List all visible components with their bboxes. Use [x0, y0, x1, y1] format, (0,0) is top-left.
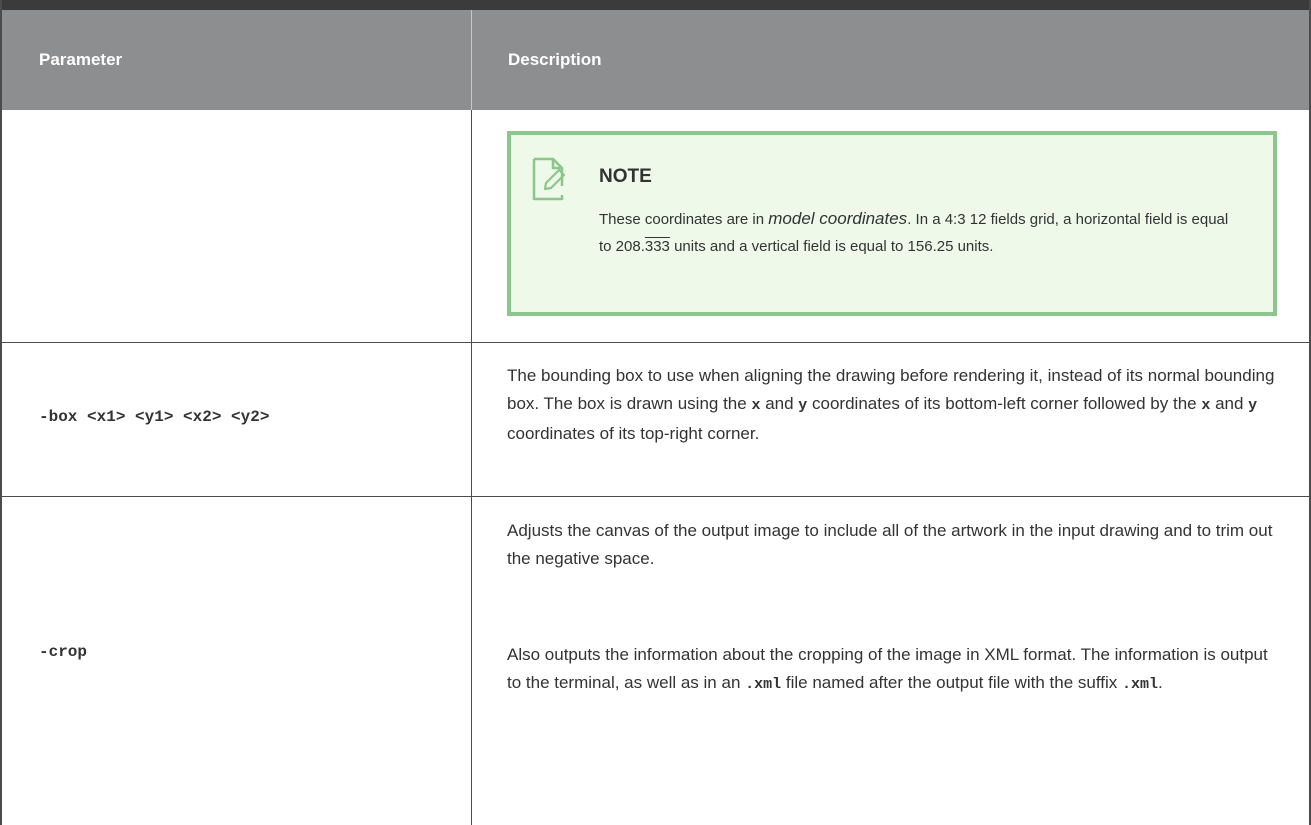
table-header: Parameter Description: [2, 0, 1309, 110]
note-title: NOTE: [599, 166, 652, 187]
note-box: NOTE These coordinates are in model coor…: [507, 131, 1277, 316]
header-description: Description: [508, 50, 602, 69]
note-text: These coordinates are in model coordinat…: [599, 209, 1229, 255]
param-crop: -crop: [39, 643, 88, 661]
column-divider: [471, 110, 472, 825]
desc-crop-para1: Adjusts the canvas of the output image t…: [507, 521, 1273, 568]
desc-box: The bounding box to use when aligning th…: [507, 366, 1275, 443]
row-divider: [2, 496, 1309, 497]
row-divider: [2, 342, 1309, 343]
header-divider: [471, 10, 472, 110]
note-pencil-icon: [532, 157, 565, 201]
parameter-table: Parameter Description NOTE These coordin…: [0, 0, 1311, 825]
param-box: -box <x1> <y1> <x2> <y2>: [39, 408, 270, 426]
desc-crop-para2: Also outputs the information about the c…: [507, 645, 1268, 693]
header-parameter: Parameter: [39, 50, 123, 69]
